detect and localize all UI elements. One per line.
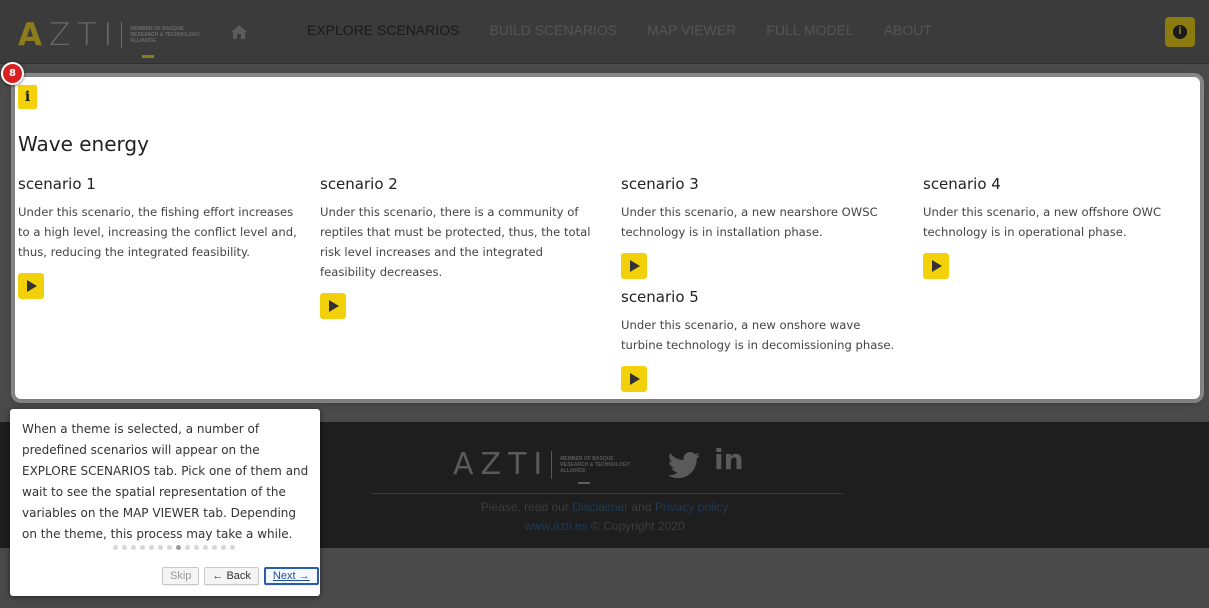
footer-divider bbox=[372, 493, 843, 494]
logo-accent-bar bbox=[142, 55, 154, 58]
disclaimer-link[interactable]: Disclaimer bbox=[572, 500, 628, 514]
theme-title: Wave energy bbox=[18, 132, 149, 156]
nav-full-model[interactable]: FULL MODEL bbox=[766, 22, 853, 38]
theme-info-button[interactable]: i bbox=[18, 85, 37, 109]
scenario-title: scenario 3 bbox=[621, 175, 699, 193]
tour-buttons: Skip ← Back Next → bbox=[162, 567, 319, 585]
main-nav: EXPLORE SCENARIOS BUILD SCENARIOS MAP VI… bbox=[307, 22, 962, 38]
logo-divider bbox=[121, 22, 123, 48]
info-icon: i bbox=[1173, 25, 1187, 39]
play-scenario-3-button[interactable] bbox=[621, 253, 647, 279]
play-scenario-1-button[interactable] bbox=[18, 273, 44, 299]
top-navbar: AZTI MEMBER OF BASQUE RESEARCH & TECHNOL… bbox=[0, 0, 1209, 64]
scenario-card-3: scenario 3 Under this scenario, a new ne… bbox=[621, 175, 901, 279]
tour-progress-dot[interactable] bbox=[185, 545, 190, 550]
tour-progress-dot[interactable] bbox=[140, 545, 145, 550]
scenario-description: Under this scenario, a new onshore wave … bbox=[621, 318, 895, 352]
tour-back-button[interactable]: ← Back bbox=[204, 567, 259, 585]
nav-about[interactable]: ABOUT bbox=[884, 22, 932, 38]
nav-map-viewer[interactable]: MAP VIEWER bbox=[647, 22, 736, 38]
info-button[interactable]: i bbox=[1165, 17, 1195, 47]
logo-letter-z: Z bbox=[49, 16, 78, 53]
footer-azti-logo[interactable]: AZTI MEMBER OF BASQUE RESEARCH & TECHNOL… bbox=[453, 450, 632, 480]
tour-tooltip-text: When a theme is selected, a number of pr… bbox=[22, 422, 309, 541]
nav-build-scenarios[interactable]: BUILD SCENARIOS bbox=[490, 22, 618, 38]
footer-legal-prefix: Please, read our bbox=[480, 500, 573, 514]
privacy-policy-link[interactable]: Privacy policy bbox=[655, 500, 728, 514]
logo-letter-i: I bbox=[103, 16, 120, 53]
tour-progress-dot[interactable] bbox=[176, 545, 181, 550]
copyright-text: © Copyright 2020 bbox=[587, 519, 685, 533]
scenario-title: scenario 4 bbox=[923, 175, 1001, 193]
scenario-card-1: scenario 1 Under this scenario, the fish… bbox=[18, 175, 298, 299]
play-scenario-5-button[interactable] bbox=[621, 366, 647, 392]
linkedin-icon[interactable]: in bbox=[714, 446, 744, 474]
tour-progress-dot[interactable] bbox=[194, 545, 199, 550]
play-scenario-4-button[interactable] bbox=[923, 253, 949, 279]
nav-explore-scenarios[interactable]: EXPLORE SCENARIOS bbox=[307, 22, 460, 38]
scenario-title: scenario 1 bbox=[18, 175, 96, 193]
tour-progress-dot[interactable] bbox=[230, 545, 235, 550]
logo-letter-a: A bbox=[18, 16, 49, 53]
scenario-card-2: scenario 2 Under this scenario, there is… bbox=[320, 175, 600, 319]
footer-logo-accent-bar bbox=[578, 482, 590, 484]
scenario-description: Under this scenario, there is a communit… bbox=[320, 205, 591, 279]
tour-next-button[interactable]: Next → bbox=[263, 567, 319, 585]
logo-letters: AZTI bbox=[18, 16, 120, 53]
tour-progress-dot[interactable] bbox=[167, 545, 172, 550]
tour-progress-dot[interactable] bbox=[212, 545, 217, 550]
tour-tooltip: When a theme is selected, a number of pr… bbox=[10, 409, 320, 596]
scenario-description: Under this scenario, a new offshore OWC … bbox=[923, 205, 1162, 239]
play-scenario-2-button[interactable] bbox=[320, 293, 346, 319]
twitter-icon[interactable] bbox=[668, 452, 700, 478]
scenario-title: scenario 5 bbox=[621, 288, 699, 306]
tour-skip-button[interactable]: Skip bbox=[162, 567, 200, 585]
logo-letter-t: T bbox=[77, 16, 104, 53]
scenario-card-5: scenario 5 Under this scenario, a new on… bbox=[621, 288, 901, 392]
footer-legal-mid: and bbox=[628, 500, 655, 514]
tour-progress-dots bbox=[10, 545, 320, 553]
tour-progress-dot[interactable] bbox=[113, 545, 118, 550]
tour-progress-dot[interactable] bbox=[131, 545, 136, 550]
tour-progress-dot[interactable] bbox=[149, 545, 154, 550]
scenarios-panel: i Wave energy scenario 1 Under this scen… bbox=[15, 77, 1200, 399]
site-link[interactable]: www.azti.es bbox=[524, 519, 587, 533]
footer-logo-divider bbox=[551, 451, 553, 479]
azti-logo[interactable]: AZTI MEMBER OF BASQUE RESEARCH & TECHNOL… bbox=[18, 18, 210, 52]
footer-logo-tagline: MEMBER OF BASQUE RESEARCH & TECHNOLOGY A… bbox=[560, 456, 630, 474]
scenario-description: Under this scenario, a new nearshore OWS… bbox=[621, 205, 878, 239]
tour-progress-dot[interactable] bbox=[221, 545, 226, 550]
scenario-title: scenario 2 bbox=[320, 175, 398, 193]
scenario-card-4: scenario 4 Under this scenario, a new of… bbox=[923, 175, 1203, 279]
tour-progress-dot[interactable] bbox=[158, 545, 163, 550]
tour-step-badge: 8 bbox=[1, 62, 24, 85]
footer-logo-letters: AZTI bbox=[453, 447, 550, 482]
home-icon[interactable] bbox=[231, 25, 247, 39]
scenario-description: Under this scenario, the fishing effort … bbox=[18, 205, 297, 259]
tour-progress-dot[interactable] bbox=[122, 545, 127, 550]
logo-tagline: MEMBER OF BASQUE RESEARCH & TECHNOLOGY A… bbox=[130, 26, 200, 44]
tour-progress-dot[interactable] bbox=[203, 545, 208, 550]
